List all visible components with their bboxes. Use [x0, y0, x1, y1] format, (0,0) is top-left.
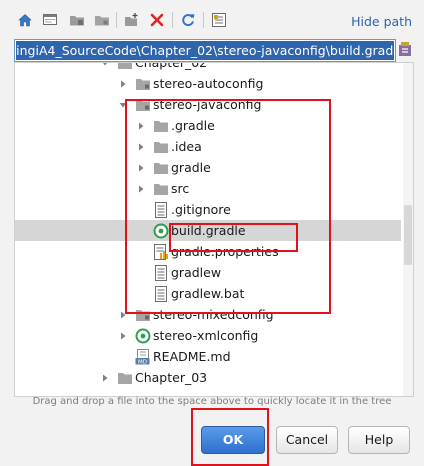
help-button[interactable]: Help	[348, 426, 410, 454]
tree-row[interactable]: .idea	[15, 136, 401, 157]
text-file-icon	[153, 201, 169, 218]
tree-row-label: .gradle	[171, 118, 215, 133]
path-input-value: ringiA4_SourceCode\Chapter_02\stereo-jav…	[16, 41, 394, 60]
tree-row-label: Chapter_03	[135, 370, 208, 385]
collapse-arrow-icon[interactable]	[117, 73, 129, 94]
gradle-file-icon	[153, 222, 169, 239]
tree-row-label: stereo-xmlconfig	[153, 328, 259, 343]
tree-row[interactable]: stereo-mixedconfig	[15, 304, 401, 325]
tree-row-label: build.gradle	[171, 223, 246, 238]
toolbar-separator	[172, 12, 173, 28]
gradle-module-icon	[135, 327, 151, 344]
tree-row[interactable]: Chapter_02	[15, 62, 401, 73]
tree-row-label: README.md	[153, 349, 231, 364]
ok-button[interactable]: OK	[201, 426, 265, 454]
toolbar: Hide path	[0, 0, 424, 38]
module-folder-icon	[135, 306, 151, 323]
tree-row[interactable]: gradle.properties	[15, 241, 401, 262]
collapse-arrow-icon[interactable]	[99, 367, 111, 388]
tree-row[interactable]: gradle	[15, 157, 401, 178]
hide-path-link[interactable]: Hide path	[351, 14, 412, 29]
tree-row[interactable]: .gradle	[15, 115, 401, 136]
path-input[interactable]: ringiA4_SourceCode\Chapter_02\stereo-jav…	[14, 39, 396, 62]
tree-row-label: gradlew	[171, 265, 222, 280]
project-folder-icon[interactable]	[68, 11, 86, 29]
home-icon[interactable]	[16, 11, 34, 29]
drag-drop-hint: Drag and drop a file into the space abov…	[32, 396, 392, 407]
tree-row[interactable]: .gitignore	[15, 199, 401, 220]
folder-icon	[117, 63, 133, 71]
collapse-arrow-icon[interactable]	[135, 178, 147, 199]
show-hidden-icon[interactable]	[210, 11, 228, 29]
folder-icon	[117, 369, 133, 386]
folder-icon	[153, 159, 169, 176]
tree-row[interactable]: MD README.md	[15, 346, 401, 367]
text-file-icon	[153, 264, 169, 281]
collapse-arrow-icon[interactable]	[135, 136, 147, 157]
path-history-icon[interactable]	[397, 40, 413, 58]
tree-row[interactable]: stereo-javaconfig	[15, 94, 401, 115]
tree-row-label: gradle.properties	[171, 244, 279, 259]
folder-icon	[153, 138, 169, 155]
markdown-file-icon: MD	[135, 348, 151, 365]
tree-row[interactable]: gradlew	[15, 262, 401, 283]
tree-row-label: src	[171, 181, 190, 196]
tree-row-label: .idea	[171, 139, 202, 154]
tree-row[interactable]: stereo-autoconfig	[15, 73, 401, 94]
tree-row-label: stereo-javaconfig	[153, 97, 262, 112]
collapse-arrow-icon[interactable]	[135, 157, 147, 178]
text-file-icon	[153, 285, 169, 302]
tree-row-label: stereo-autoconfig	[153, 76, 264, 91]
tree-scrollbar[interactable]	[403, 63, 413, 396]
file-tree[interactable]: Chapter_02 stereo-autoconfig stereo-javaco…	[14, 62, 414, 397]
refresh-icon[interactable]	[179, 11, 197, 29]
tree-row-label: Chapter_02	[135, 62, 208, 70]
module-folder-icon	[135, 96, 151, 113]
tree-row-label: .gitignore	[171, 202, 231, 217]
module-folder-icon	[135, 75, 151, 92]
tree-row-label: gradlew.bat	[171, 286, 245, 301]
toolbar-separator	[203, 12, 204, 28]
delete-icon[interactable]	[148, 11, 166, 29]
tree-row[interactable]: stereo-xmlconfig	[15, 325, 401, 346]
expand-arrow-icon[interactable]	[117, 94, 129, 115]
collapse-arrow-icon[interactable]	[135, 115, 147, 136]
expand-arrow-icon[interactable]	[99, 63, 111, 73]
new-folder-icon[interactable]	[123, 11, 141, 29]
tree-scroll-thumb[interactable]	[404, 205, 412, 265]
module-folder-icon[interactable]	[93, 11, 111, 29]
folder-icon	[153, 180, 169, 197]
desktop-icon[interactable]	[41, 11, 59, 29]
tree-row[interactable]: build.gradle	[15, 220, 401, 241]
folder-icon	[153, 117, 169, 134]
collapse-arrow-icon[interactable]	[117, 325, 129, 346]
properties-file-icon	[153, 243, 169, 260]
cancel-button[interactable]: Cancel	[276, 426, 338, 454]
tree-row[interactable]: src	[15, 178, 401, 199]
svg-text:MD: MD	[138, 359, 147, 365]
toolbar-separator	[116, 12, 117, 28]
collapse-arrow-icon[interactable]	[117, 304, 129, 325]
tree-row-label: stereo-mixedconfig	[153, 307, 274, 322]
tree-row[interactable]: Chapter_03	[15, 367, 401, 388]
path-row: ringiA4_SourceCode\Chapter_02\stereo-jav…	[0, 38, 424, 64]
tree-row[interactable]: gradlew.bat	[15, 283, 401, 304]
tree-row-label: gradle	[171, 160, 211, 175]
